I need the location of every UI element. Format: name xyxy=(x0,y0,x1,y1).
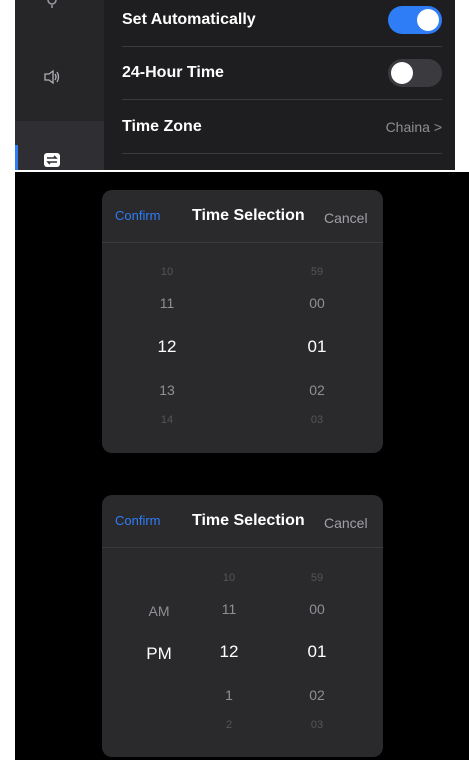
minute-option-selected[interactable]: 01 xyxy=(287,642,347,662)
minute-option[interactable]: 02 xyxy=(287,687,347,703)
setting-label: Set Automatically xyxy=(122,11,256,28)
cancel-button[interactable]: Cancel xyxy=(324,210,368,226)
transfer-icon[interactable] xyxy=(43,152,61,168)
24-hour-time-row[interactable]: 24-Hour Time xyxy=(122,47,442,100)
settings-panel: Set Automatically 24-Hour Time Time Zone… xyxy=(15,0,455,170)
hour-option[interactable]: 10 xyxy=(137,266,197,278)
period-option[interactable]: AM xyxy=(129,603,189,619)
toggle-knob xyxy=(417,9,439,31)
time-zone-value: Chaina > xyxy=(385,119,442,135)
hour-option[interactable]: 13 xyxy=(137,382,197,398)
minute-option[interactable]: 59 xyxy=(287,266,347,278)
settings-icon[interactable] xyxy=(43,0,61,8)
minute-option[interactable]: 03 xyxy=(287,719,347,731)
time-zone-row[interactable]: Time Zone Chaina > xyxy=(122,101,442,154)
dialog-area: Confirm Time Selection Cancel 10 11 12 1… xyxy=(15,172,469,760)
dialog-title: Time Selection xyxy=(192,207,305,224)
set-automatically-toggle[interactable] xyxy=(388,6,442,34)
setting-label: Time Zone xyxy=(122,118,202,135)
minute-option-selected[interactable]: 01 xyxy=(287,337,347,357)
minute-option[interactable]: 03 xyxy=(287,414,347,426)
hour-option[interactable]: 11 xyxy=(137,295,197,311)
cancel-button[interactable]: Cancel xyxy=(324,515,368,531)
24-hour-time-toggle[interactable] xyxy=(388,59,442,87)
minute-option[interactable]: 00 xyxy=(287,295,347,311)
dialog-header: Confirm Time Selection Cancel xyxy=(102,495,383,548)
sidebar-selection-indicator xyxy=(15,145,18,170)
set-automatically-row[interactable]: Set Automatically xyxy=(122,0,442,47)
minute-option[interactable]: 00 xyxy=(287,601,347,617)
hour-option[interactable]: 1 xyxy=(199,687,259,703)
dialog-title: Time Selection xyxy=(192,512,305,529)
hour-option[interactable]: 14 xyxy=(137,414,197,426)
hour-option-selected[interactable]: 12 xyxy=(137,337,197,357)
setting-label: 24-Hour Time xyxy=(122,64,224,81)
hour-option-selected[interactable]: 12 xyxy=(199,642,259,662)
minute-option[interactable]: 59 xyxy=(287,572,347,584)
toggle-knob xyxy=(391,62,413,84)
hour-option[interactable]: 11 xyxy=(199,601,259,617)
sidebar xyxy=(15,0,104,170)
speaker-icon[interactable] xyxy=(43,69,61,85)
confirm-button[interactable]: Confirm xyxy=(115,513,161,528)
time-selection-dialog-12h: Confirm Time Selection Cancel AM PM 10 1… xyxy=(102,495,383,757)
time-selection-dialog-24h: Confirm Time Selection Cancel 10 11 12 1… xyxy=(102,190,383,453)
confirm-button[interactable]: Confirm xyxy=(115,208,161,223)
hour-option[interactable]: 10 xyxy=(199,572,259,584)
dialog-header: Confirm Time Selection Cancel xyxy=(102,190,383,243)
hour-option[interactable]: 2 xyxy=(199,719,259,731)
minute-option[interactable]: 02 xyxy=(287,382,347,398)
period-option-selected[interactable]: PM xyxy=(129,644,189,664)
